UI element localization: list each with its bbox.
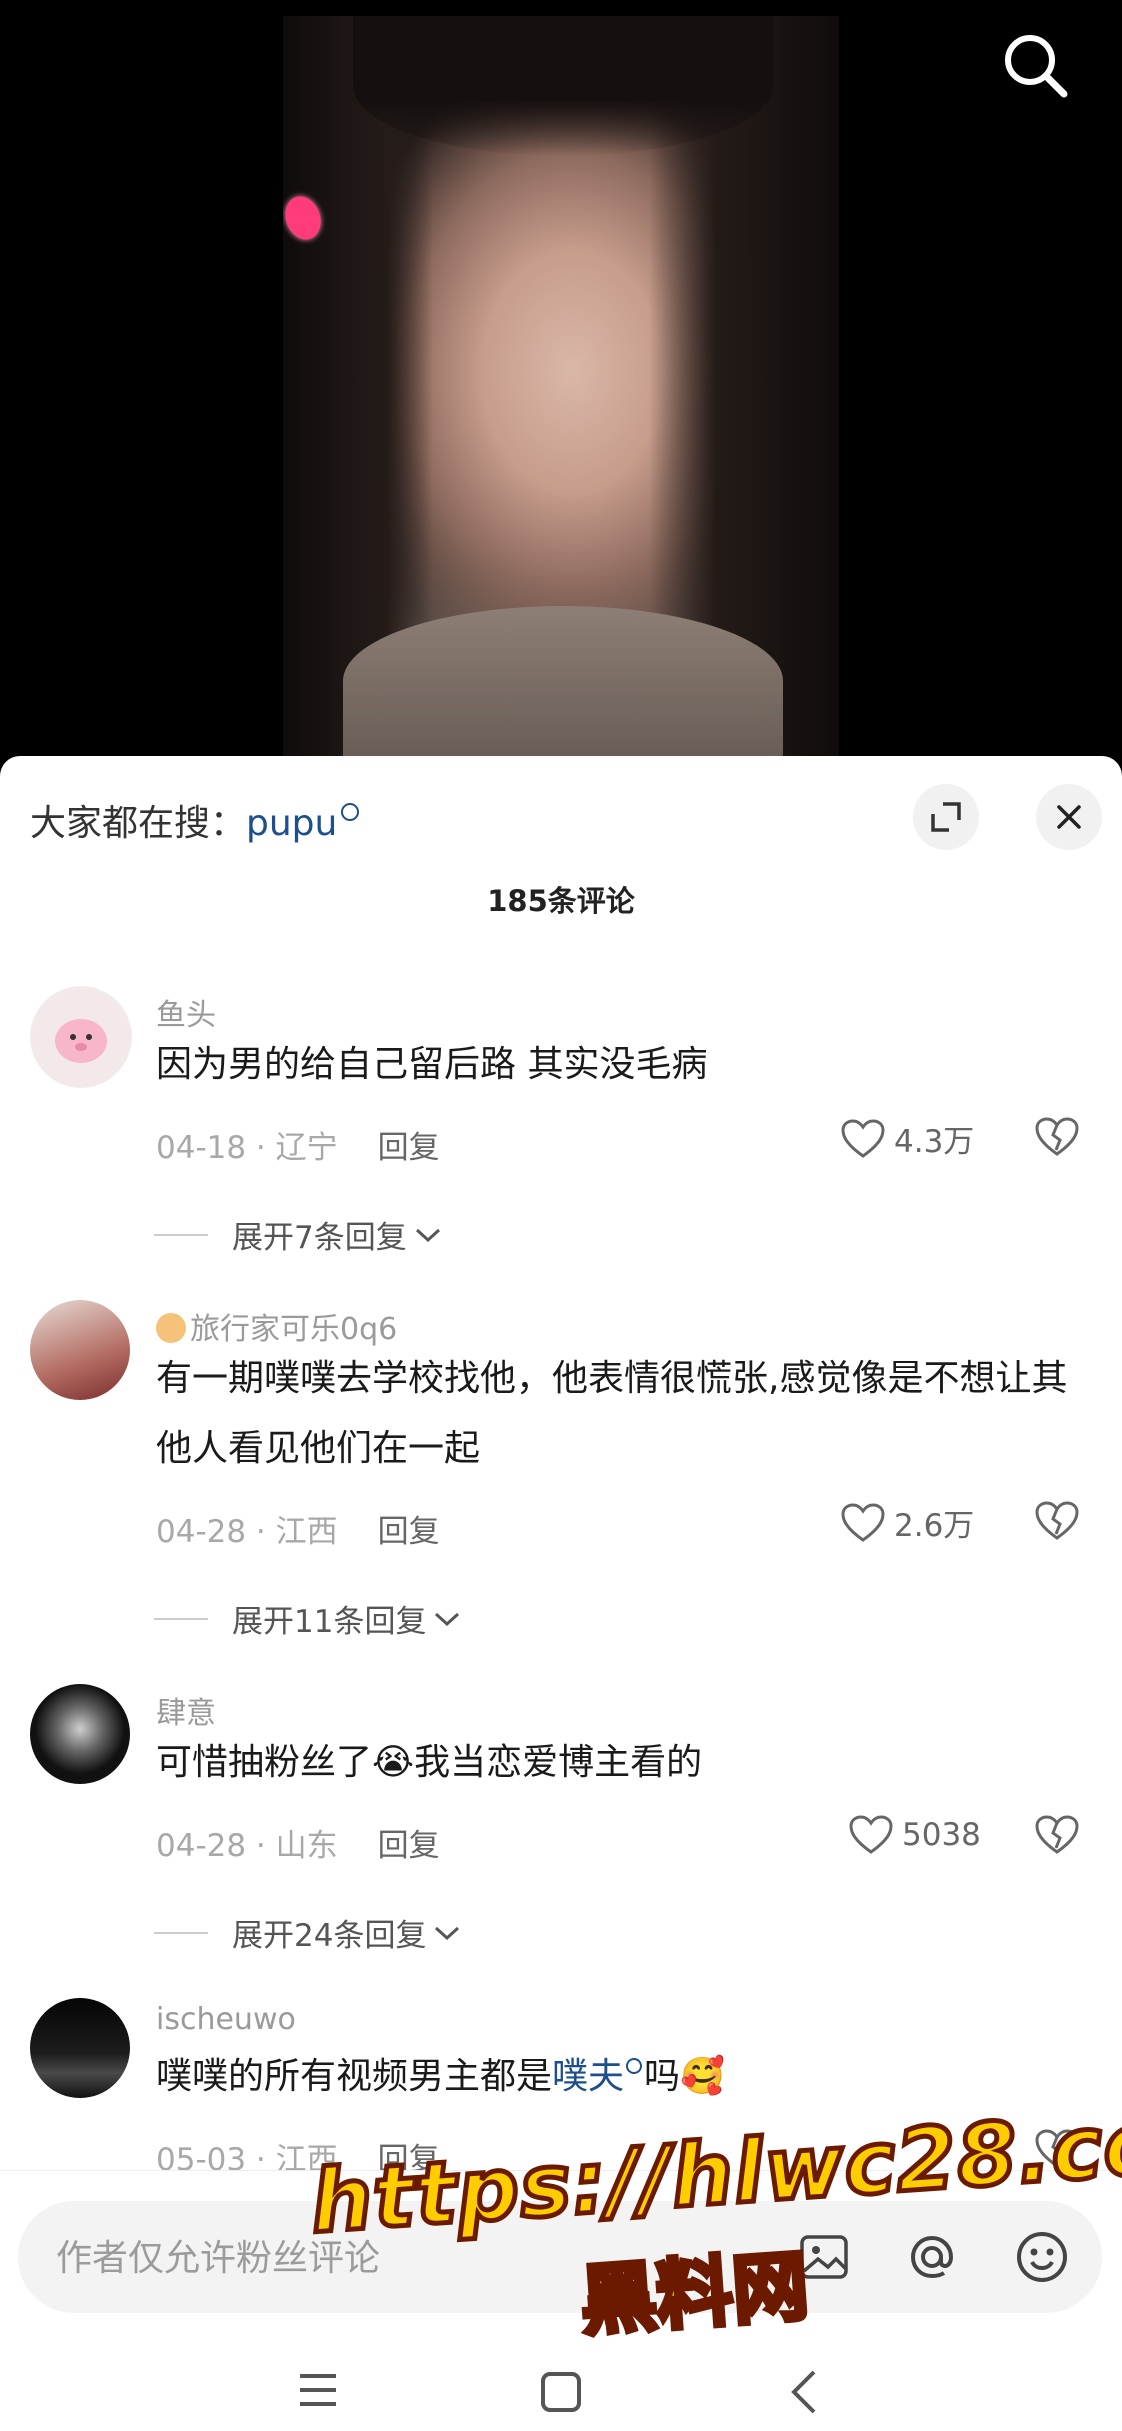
comment-date: 04-28 · 山东 xyxy=(156,1828,338,1864)
dislike-button[interactable] xyxy=(1034,1814,1080,1860)
avatar[interactable] xyxy=(30,1300,130,1400)
avatar[interactable] xyxy=(30,1684,130,1784)
close-button[interactable] xyxy=(1036,784,1102,850)
image-icon[interactable] xyxy=(794,2227,854,2287)
video-frame[interactable] xyxy=(283,16,839,756)
like-button[interactable]: 2.6万 xyxy=(840,1500,974,1545)
comment-text: 噗噗的所有视频男主都是 xyxy=(156,2056,553,2097)
expand-sheet-button[interactable] xyxy=(913,784,979,850)
nav-home-button[interactable] xyxy=(539,2370,583,2418)
avatar[interactable] xyxy=(30,1998,130,2098)
expand-divider xyxy=(154,1618,208,1620)
video-bangs xyxy=(353,16,773,156)
heart-icon xyxy=(841,1502,885,1542)
video-player[interactable] xyxy=(0,0,1122,756)
crying-emoji: 😭 xyxy=(372,1742,415,1783)
comment-date: 04-18 · 辽宁 xyxy=(156,1130,338,1166)
comment-username[interactable]: ischeuwo xyxy=(156,2002,296,2037)
comment-input-container[interactable] xyxy=(18,2201,1102,2315)
close-icon xyxy=(1057,805,1081,829)
comment-sheet: 大家都在搜：pupu 185条评论 鱼头 因为男的给自己留后路 其实没毛病 04… xyxy=(0,756,1122,2431)
comment-meta: 04-28 · 山东 回复 xyxy=(156,1820,440,1865)
comment-text-row: 可惜抽粉丝了😭我当恋爱博主看的 xyxy=(156,1728,1086,1798)
expand-replies-label: 展开7条回复 xyxy=(232,1220,407,1256)
comment-text-continued: 吗 xyxy=(644,2056,681,2097)
dislike-button[interactable] xyxy=(1034,1500,1080,1546)
comment-count: 185条评论 xyxy=(487,884,635,918)
like-button[interactable]: 4.3万 xyxy=(840,1116,974,1161)
dislike-button[interactable] xyxy=(1034,1116,1080,1162)
chevron-down-icon xyxy=(415,1228,440,1242)
broken-heart-icon xyxy=(1035,1501,1079,1540)
comment-meta: 04-28 · 江西 回复 xyxy=(156,1506,440,1551)
comment-text-continued: 我当恋爱博主看的 xyxy=(414,1742,703,1783)
like-count: 4.3万 xyxy=(894,1124,975,1160)
broken-heart-icon xyxy=(1035,1815,1079,1854)
hot-search-keyword[interactable]: pupu xyxy=(246,803,337,844)
comment-username[interactable]: 鱼头 xyxy=(156,990,216,1034)
link-search-icon xyxy=(626,2058,643,2074)
expand-replies-button[interactable]: 展开11条回复 xyxy=(232,1596,462,1641)
expand-replies-label: 展开11条回复 xyxy=(232,1604,427,1640)
heart-face-emoji: 🥰 xyxy=(680,2056,725,2097)
broken-heart-icon xyxy=(1035,1117,1079,1156)
nav-menu-button[interactable] xyxy=(296,2370,340,2414)
like-button[interactable]: 5038 xyxy=(848,1814,981,1856)
comment-text: 可惜抽粉丝了 xyxy=(156,1742,373,1783)
chevron-down-icon xyxy=(435,1612,460,1626)
expand-icon xyxy=(931,802,961,832)
mention-icon[interactable] xyxy=(902,2227,962,2287)
broken-heart-icon xyxy=(1035,2129,1079,2168)
reply-button[interactable]: 回复 xyxy=(378,1130,440,1166)
heart-icon xyxy=(841,1118,885,1158)
back-chevron-icon xyxy=(791,2370,816,2414)
hot-search-prefix: 大家都在搜： xyxy=(30,803,247,844)
tiger-badge-icon xyxy=(156,1313,186,1343)
reply-button[interactable]: 回复 xyxy=(378,1514,440,1550)
comment-username[interactable]: 肆意 xyxy=(156,1688,216,1732)
expand-replies-label: 展开24条回复 xyxy=(232,1918,427,1954)
avatar[interactable] xyxy=(30,986,132,1088)
chevron-down-icon xyxy=(435,1926,460,1940)
expand-divider xyxy=(154,1932,208,1934)
comment-input[interactable] xyxy=(54,2201,758,2315)
expand-replies-button[interactable]: 展开7条回复 xyxy=(232,1212,443,1257)
heart-icon xyxy=(849,1815,893,1854)
nav-back-button[interactable] xyxy=(786,2368,822,2420)
like-count: 5038 xyxy=(902,1817,981,1853)
comment-text: 因为男的给自己留后路 其实没毛病 xyxy=(156,1044,708,1085)
comment-username-row[interactable]: 旅行家可乐0q6 xyxy=(156,1304,397,1348)
comment-date: 04-28 · 江西 xyxy=(156,1514,338,1550)
comment-username[interactable]: 旅行家可乐0q6 xyxy=(190,1312,397,1347)
search-icon[interactable] xyxy=(1000,30,1070,100)
video-sweater xyxy=(343,606,783,756)
keyword-search-icon xyxy=(341,803,360,821)
expand-replies-button[interactable]: 展开24条回复 xyxy=(232,1910,462,1955)
dislike-button[interactable] xyxy=(1034,2128,1080,2174)
emoji-icon[interactable] xyxy=(1012,2227,1072,2287)
hot-search[interactable]: 大家都在搜：pupu xyxy=(30,794,360,846)
comment-meta: 04-18 · 辽宁 回复 xyxy=(156,1122,440,1167)
expand-divider xyxy=(154,1234,208,1236)
like-count: 2.6万 xyxy=(894,1508,975,1544)
menu-icon xyxy=(300,2374,336,2406)
comment-search-link[interactable]: 噗夫 xyxy=(552,2056,624,2097)
comment-text: 有一期噗噗去学校找他，他表情很慌张,感觉像是不想让其他人看见他们在一起 xyxy=(156,1358,1068,1469)
home-square-icon xyxy=(541,2372,581,2412)
reply-button[interactable]: 回复 xyxy=(378,1828,440,1864)
comment-text-row: 噗噗的所有视频男主都是噗夫 吗🥰 xyxy=(156,2042,1086,2112)
